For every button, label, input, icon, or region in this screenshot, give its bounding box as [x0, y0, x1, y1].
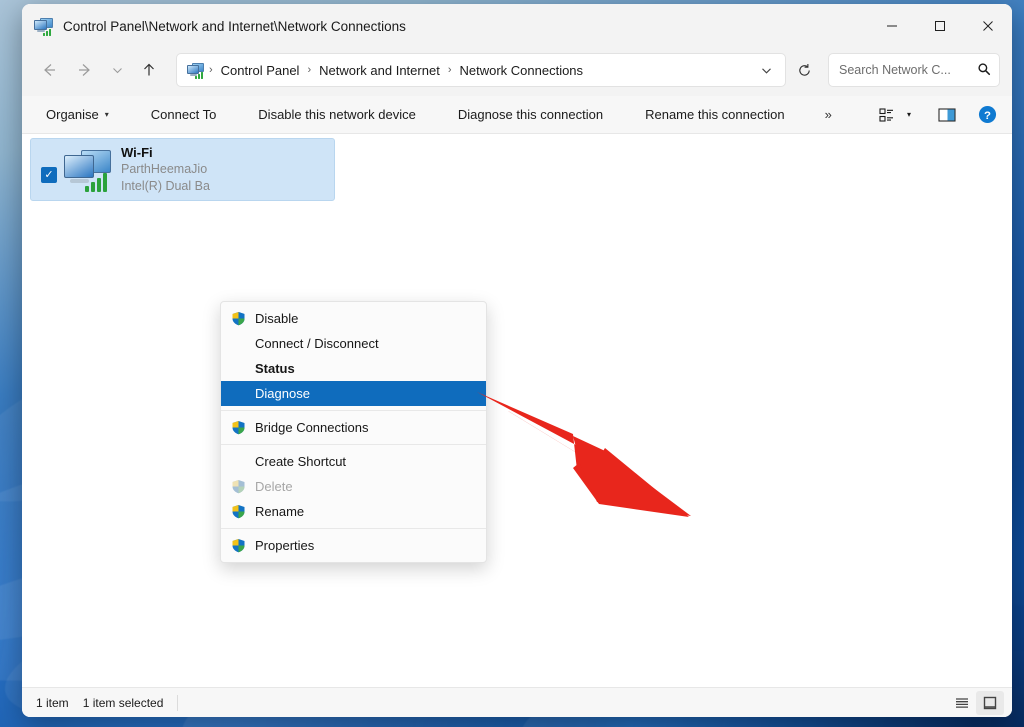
menu-item-connect-disconnect[interactable]: Connect / Disconnect — [221, 331, 486, 356]
menu-item-delete: Delete — [221, 474, 486, 499]
search-input[interactable] — [839, 63, 973, 77]
connection-item-wifi[interactable]: ✓ Wi-Fi ParthHeemaJio Intel(R) Dual Ba — [30, 138, 335, 201]
menu-item-label: Properties — [255, 538, 314, 553]
annotation-arrow — [477, 392, 707, 517]
command-disable-network-device[interactable]: Disable this network device — [248, 102, 426, 127]
title-bar: Control Panel\Network and Internet\Netwo… — [22, 4, 1012, 48]
status-divider — [177, 695, 178, 711]
menu-item-create-shortcut[interactable]: Create Shortcut — [221, 449, 486, 474]
command-connect-to-label: Connect To — [151, 107, 217, 122]
breadcrumb-separator: › — [305, 64, 313, 76]
up-button[interactable] — [132, 54, 166, 86]
command-diagnose-label: Diagnose this connection — [458, 107, 603, 122]
search-icon[interactable] — [977, 62, 991, 79]
menu-item-label: Disable — [255, 311, 298, 326]
breadcrumb-separator: › — [446, 64, 454, 76]
recent-locations-button[interactable] — [104, 54, 130, 86]
address-dropdown-chevron-down-icon[interactable] — [751, 54, 781, 86]
search-box[interactable] — [828, 53, 1000, 87]
menu-item-diagnose[interactable]: Diagnose — [221, 381, 486, 406]
connection-checkbox[interactable]: ✓ — [41, 167, 57, 183]
breadcrumb[interactable]: › Control Panel › Network and Internet ›… — [176, 53, 786, 87]
command-diagnose-connection[interactable]: Diagnose this connection — [448, 102, 613, 127]
uac-shield-icon — [231, 311, 255, 326]
uac-shield-icon — [231, 538, 255, 553]
status-selection-count: 1 item selected — [83, 696, 178, 710]
file-explorer-window: Control Panel\Network and Internet\Netwo… — [22, 4, 1012, 717]
title-bar-left: Control Panel\Network and Internet\Netwo… — [22, 18, 868, 35]
menu-item-disable[interactable]: Disable — [221, 306, 486, 331]
network-connections-icon — [34, 18, 54, 35]
command-bar: Organise ▾ Connect To Disable this netwo… — [22, 96, 1012, 134]
menu-item-bridge-connections[interactable]: Bridge Connections — [221, 415, 486, 440]
command-rename-connection[interactable]: Rename this connection — [635, 102, 794, 127]
minimize-button[interactable] — [868, 4, 916, 48]
menu-item-label: Status — [255, 361, 295, 376]
connection-network-name: ParthHeemaJio — [121, 161, 210, 178]
check-icon: ✓ — [44, 170, 53, 181]
menu-item-label: Rename — [255, 504, 304, 519]
connection-item-text: Wi-Fi ParthHeemaJio Intel(R) Dual Ba — [121, 145, 210, 195]
view-options-icon[interactable] — [874, 101, 900, 129]
window-controls — [868, 4, 1012, 48]
network-adapter-icon — [61, 146, 115, 194]
details-view-icon[interactable] — [948, 691, 976, 715]
refresh-button[interactable] — [788, 54, 820, 86]
menu-item-status[interactable]: Status — [221, 356, 486, 381]
view-options-chevron-down-icon[interactable]: ▾ — [900, 101, 918, 129]
menu-item-label: Connect / Disconnect — [255, 336, 379, 351]
preview-pane-icon[interactable] — [932, 101, 962, 129]
command-connect-to[interactable]: Connect To — [141, 102, 227, 127]
context-menu: Disable Connect / Disconnect Status Diag… — [220, 301, 487, 563]
uac-shield-icon — [231, 479, 255, 494]
close-button[interactable] — [964, 4, 1012, 48]
help-icon[interactable]: ? — [972, 101, 1002, 129]
breadcrumb-item-network-and-internet[interactable]: Network and Internet — [313, 60, 446, 81]
connection-name: Wi-Fi — [121, 145, 210, 161]
status-item-count: 1 item — [36, 696, 83, 710]
menu-separator — [221, 410, 486, 411]
address-bar-row: › Control Panel › Network and Internet ›… — [22, 48, 1012, 96]
desktop-background: Control Panel\Network and Internet\Netwo… — [0, 0, 1024, 727]
menu-item-label: Bridge Connections — [255, 420, 368, 435]
command-organise-label: Organise — [46, 107, 99, 122]
command-rename-label: Rename this connection — [645, 107, 784, 122]
menu-item-label: Create Shortcut — [255, 454, 346, 469]
breadcrumb-separator: › — [207, 64, 215, 76]
uac-shield-icon — [231, 504, 255, 519]
uac-shield-icon — [231, 420, 255, 435]
chevron-down-icon: ▾ — [105, 110, 109, 119]
svg-text:?: ? — [984, 110, 991, 122]
command-disable-label: Disable this network device — [258, 107, 416, 122]
breadcrumb-item-control-panel[interactable]: Control Panel — [215, 60, 306, 81]
window-title: Control Panel\Network and Internet\Netwo… — [63, 19, 406, 34]
menu-item-properties[interactable]: Properties — [221, 533, 486, 558]
maximize-button[interactable] — [916, 4, 964, 48]
large-icons-view-icon[interactable] — [976, 691, 1004, 715]
menu-item-rename[interactable]: Rename — [221, 499, 486, 524]
breadcrumb-item-network-connections[interactable]: Network Connections — [453, 60, 589, 81]
forward-button[interactable] — [68, 54, 102, 86]
menu-item-label: Delete — [255, 479, 293, 494]
connections-list-area: ✓ Wi-Fi ParthHeemaJio Intel(R) Dual Ba — [22, 134, 1012, 687]
command-organise[interactable]: Organise ▾ — [36, 102, 119, 127]
status-bar: 1 item 1 item selected — [22, 687, 1012, 717]
back-button[interactable] — [32, 54, 66, 86]
connection-adapter-name: Intel(R) Dual Ba — [121, 178, 210, 195]
breadcrumb-root-icon — [187, 63, 205, 78]
menu-separator — [221, 528, 486, 529]
menu-separator — [221, 444, 486, 445]
command-overflow-button[interactable]: » — [817, 103, 840, 126]
menu-item-label: Diagnose — [255, 386, 310, 401]
